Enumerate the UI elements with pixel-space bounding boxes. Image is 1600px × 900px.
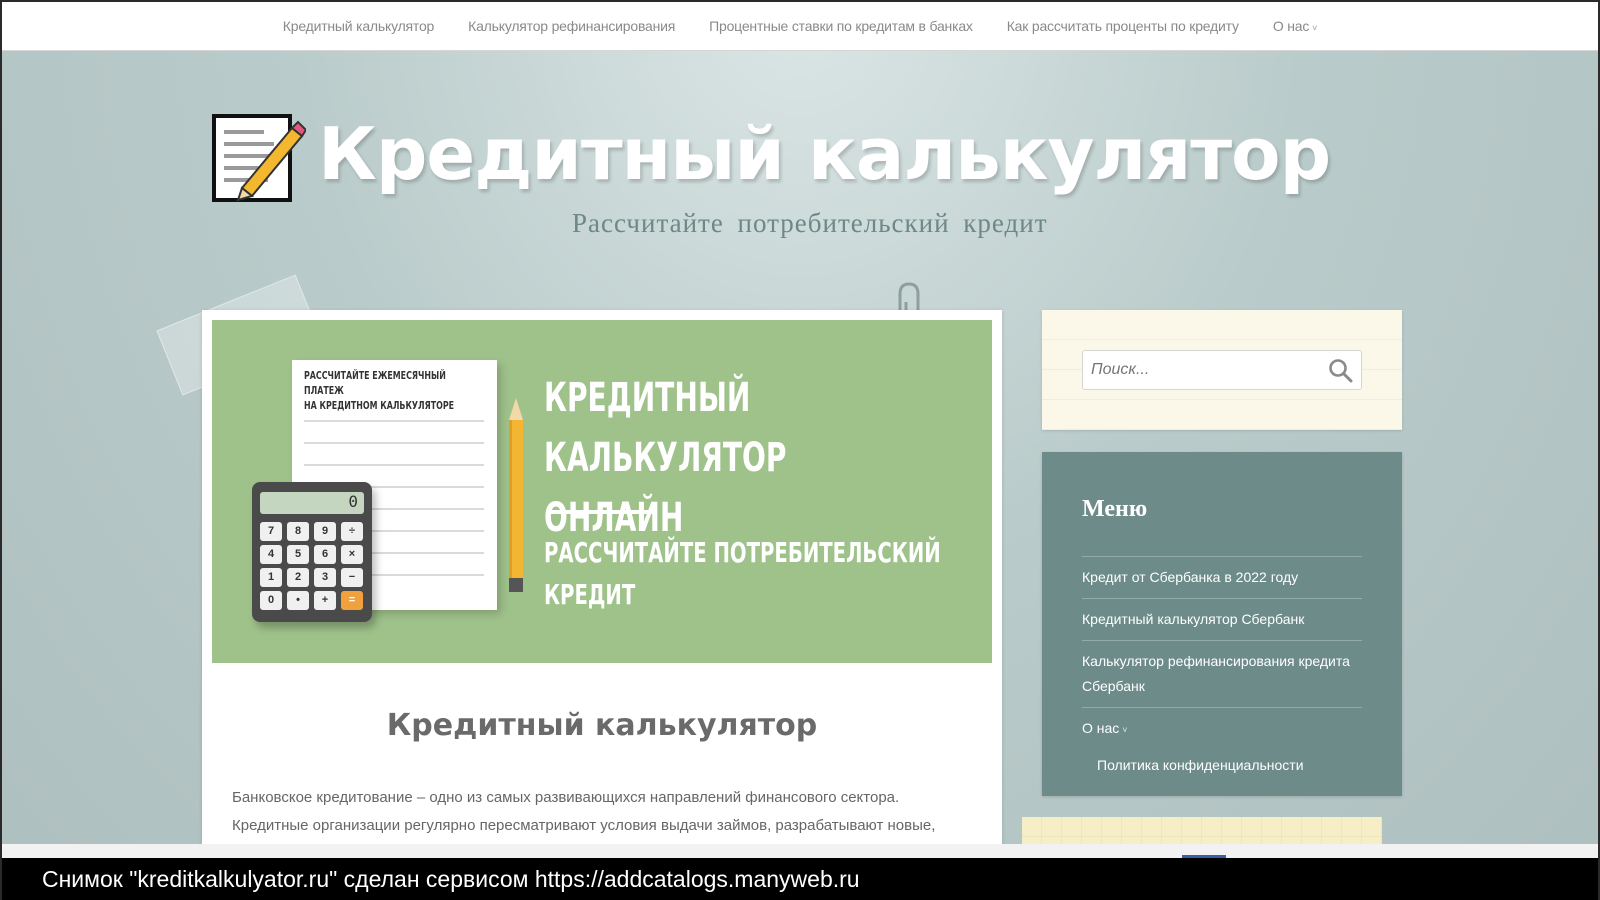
screenshot-caption: Снимок "kreditkalkulyator.ru" сделан сер… (2, 858, 1598, 900)
article-body: Банковское кредитование – одно из самых … (232, 784, 977, 840)
menu-link-privacy-policy[interactable]: Политика конфиденциальности (1097, 757, 1304, 773)
menu-link-about[interactable]: О нас ˅ (1082, 720, 1128, 736)
calculator-keypad: 7 8 9 ÷ 4 5 6 × 1 2 3 − 0 • + = (260, 522, 364, 610)
nav-item-about-label: О нас (1272, 18, 1310, 34)
menu-title: Меню (1082, 496, 1148, 522)
calc-key: 7 (260, 522, 282, 541)
banner-paper-title: РАССЧИТАЙТЕ ЕЖЕМЕСЯЧНЫЙ ПЛАТЕЖ НА КРЕДИТ… (304, 368, 488, 413)
article-title: Кредитный калькулятор (386, 708, 818, 743)
calc-key: 9 (314, 522, 336, 541)
calc-key: 4 (260, 545, 282, 564)
chevron-down-icon: ˅ (1122, 725, 1128, 735)
chevron-down-icon: ˅ (1312, 23, 1318, 33)
footer-strip (2, 844, 1598, 858)
banner-paper-title-line2: НА КРЕДИТНОМ КАЛЬКУЛЯТОРЕ (304, 399, 455, 412)
menu-link-sberbank-credit-2022[interactable]: Кредит от Сбербанка в 2022 году (1082, 569, 1298, 585)
pencil-icon (509, 420, 523, 580)
menu-item: Кредит от Сбербанка в 2022 году (1082, 556, 1362, 598)
banner-headline: КРЕДИТНЫЙ КАЛЬКУЛЯТОР ОНЛАЙН (544, 368, 981, 548)
search-icon[interactable] (1328, 358, 1354, 384)
calc-key: 0 (260, 591, 282, 610)
page-frame: Кредитный калькулятор Калькулятор рефина… (0, 0, 1600, 900)
menu-link-about-label: О нас (1082, 720, 1120, 736)
nav-item-credit-calculator[interactable]: Кредитный калькулятор (283, 18, 435, 34)
nav-item-how-to-calculate[interactable]: Как рассчитать проценты по кредиту (1007, 18, 1239, 34)
nav-item-interest-rates[interactable]: Процентные ставки по кредитам в банках (709, 18, 973, 34)
banner-subline: РАССЧИТАЙТЕ ПОТРЕБИТЕЛЬСКИЙ КРЕДИТ (544, 532, 981, 616)
banner-subline-line1: РАССЧИТАЙТЕ ПОТРЕБИТЕЛЬСКИЙ (544, 536, 941, 569)
paper-line (304, 464, 484, 466)
main-article-card: РАССЧИТАЙТЕ ЕЖЕМЕСЯЧНЫЙ ПЛАТЕЖ НА КРЕДИТ… (202, 310, 1002, 900)
menu-list: Кредит от Сбербанка в 2022 году Кредитны… (1082, 556, 1362, 778)
menu-link-sberbank-calculator[interactable]: Кредитный калькулятор Сбербанк (1082, 611, 1304, 627)
article-text-line2: Кредитные организации регулярно пересмат… (232, 817, 936, 834)
sidebar-menu-widget: Меню Кредит от Сбербанка в 2022 году Кре… (1042, 452, 1402, 796)
menu-item: Калькулятор рефинансирования кредита Сбе… (1082, 640, 1362, 707)
calc-key: 2 (287, 568, 309, 587)
calc-key: 8 (287, 522, 309, 541)
menu-link-sberbank-refinancing[interactable]: Калькулятор рефинансирования кредита Сбе… (1082, 653, 1350, 694)
notepad-pencil-icon[interactable] (212, 110, 306, 202)
site-title[interactable]: Кредитный калькулятор (318, 112, 1331, 196)
top-navigation: Кредитный калькулятор Калькулятор рефина… (2, 2, 1598, 51)
calc-key: • (287, 591, 309, 610)
banner-paper-title-line1: РАССЧИТАЙТЕ ЕЖЕМЕСЯЧНЫЙ ПЛАТЕЖ (304, 369, 446, 397)
calc-key: 3 (314, 568, 336, 587)
calculator-display: 0 (260, 492, 364, 514)
pencil-eraser-icon (509, 578, 523, 592)
calculator-icon: 0 7 8 9 ÷ 4 5 6 × 1 2 3 − 0 • + = (252, 482, 372, 622)
nav-item-refinancing-calculator[interactable]: Калькулятор рефинансирования (468, 18, 675, 34)
menu-item: О нас ˅ (1082, 707, 1362, 751)
menu-item: Кредитный калькулятор Сбербанк (1082, 598, 1362, 640)
article-text-line1: Банковское кредитование – одно из самых … (232, 789, 900, 806)
menu-subitem: Политика конфиденциальности (1082, 751, 1362, 778)
search-widget (1042, 310, 1402, 430)
calc-key: 5 (287, 545, 309, 564)
calc-key: + (314, 591, 336, 610)
banner-divider (548, 510, 653, 514)
paper-line (304, 442, 484, 444)
paper-line (304, 420, 484, 422)
calc-key: × (341, 545, 363, 564)
featured-banner[interactable]: РАССЧИТАЙТЕ ЕЖЕМЕСЯЧНЫЙ ПЛАТЕЖ НА КРЕДИТ… (212, 320, 992, 663)
banner-subline-line2: КРЕДИТ (544, 578, 636, 611)
nav-item-about[interactable]: О нас ˅ (1272, 18, 1318, 34)
pencil-tip-icon (509, 398, 523, 420)
calc-key-equals: = (341, 591, 363, 610)
calc-key: 6 (314, 545, 336, 564)
calc-key: 1 (260, 568, 282, 587)
calc-key: − (341, 568, 363, 587)
site-tagline: Рассчитайте потребительский кредит (572, 208, 1048, 238)
search-input[interactable] (1082, 350, 1362, 390)
banner-headline-line1: КРЕДИТНЫЙ КАЛЬКУЛЯТОР (544, 375, 787, 481)
calc-key: ÷ (341, 522, 363, 541)
